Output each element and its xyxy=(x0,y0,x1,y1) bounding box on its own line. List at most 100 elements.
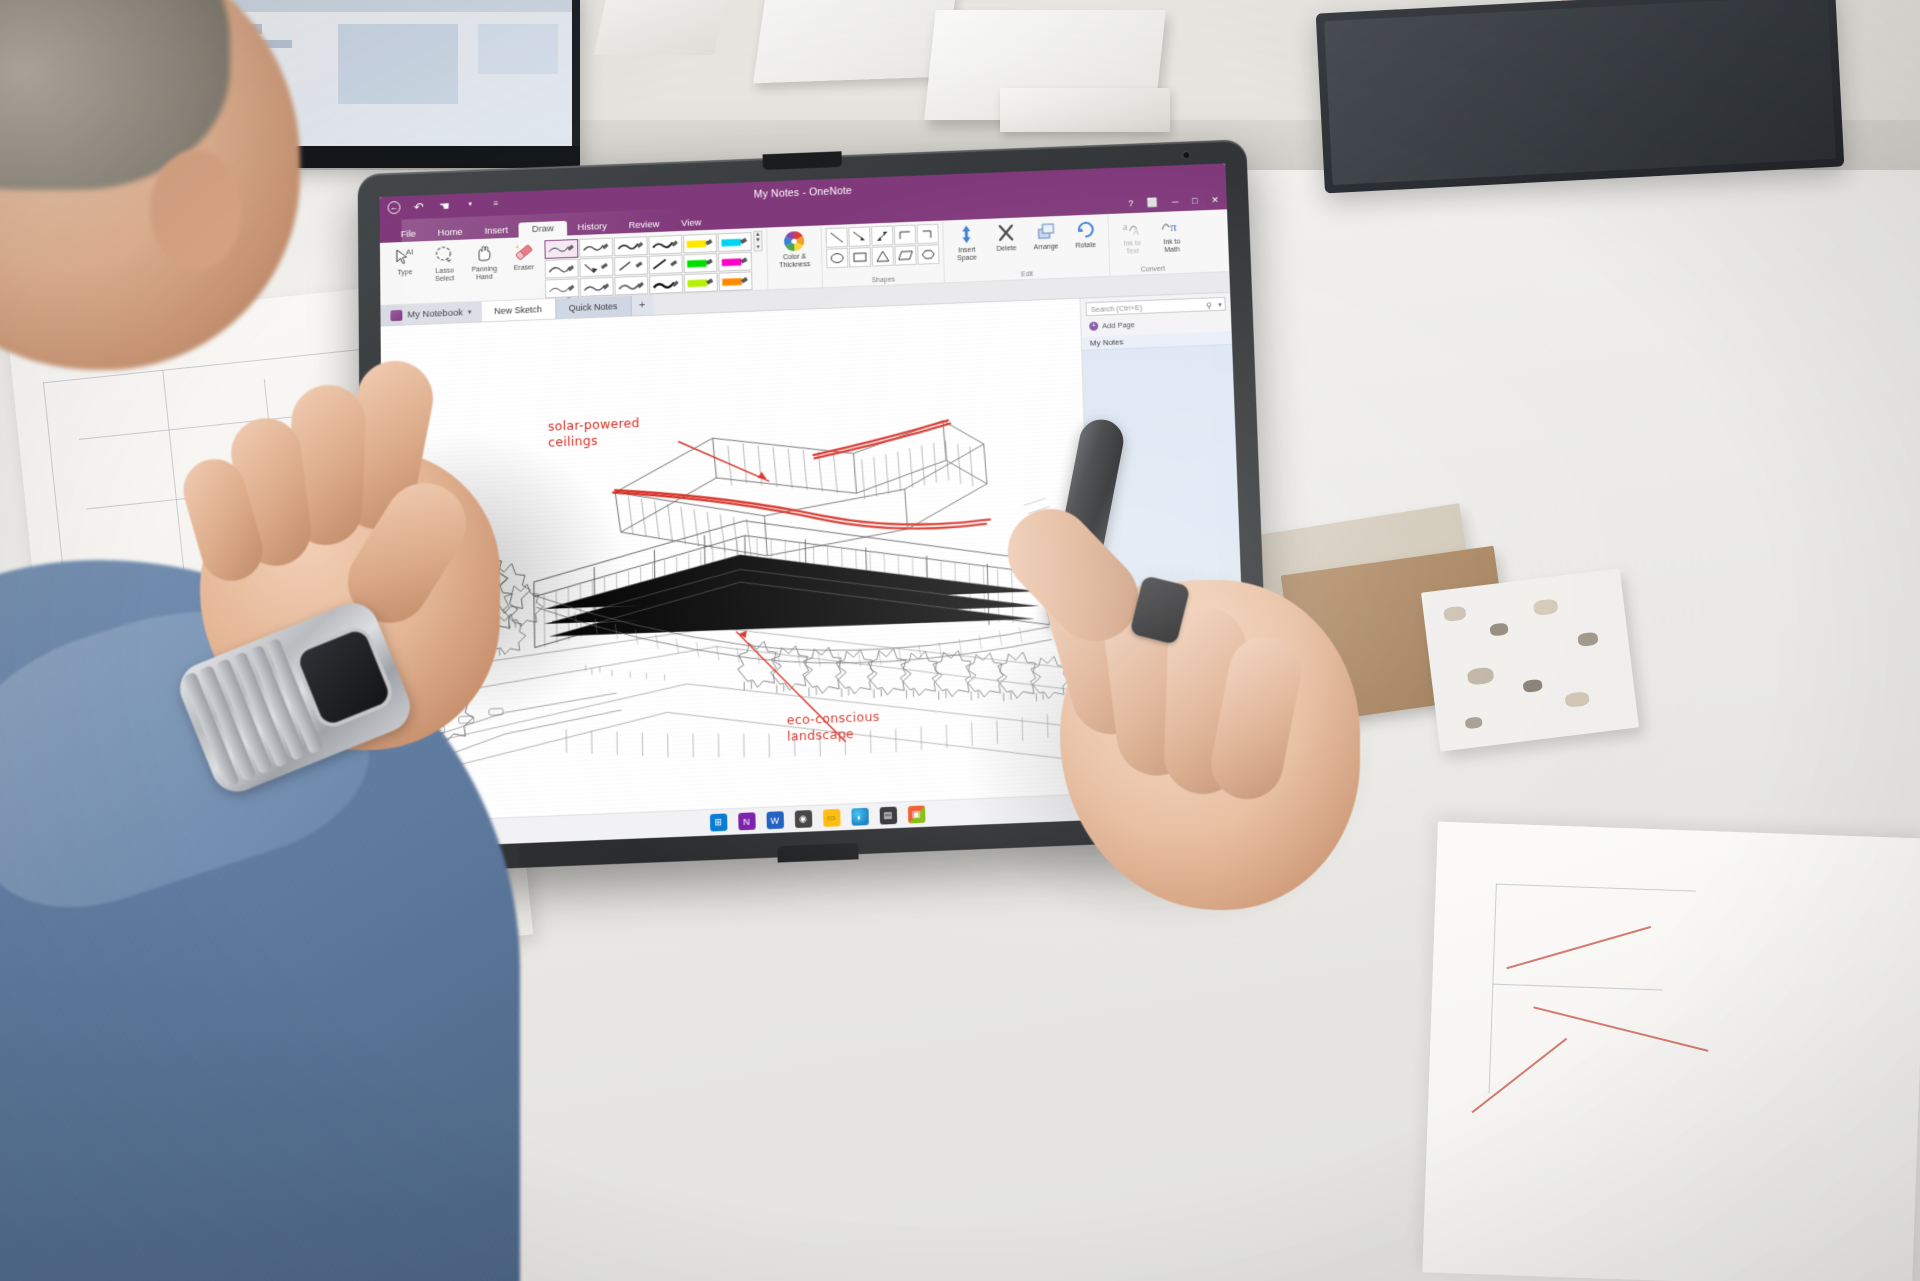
tool-type-button[interactable]: AI Type xyxy=(386,244,424,278)
pen-swatch-5[interactable] xyxy=(544,258,579,279)
shape-connector-2[interactable] xyxy=(916,223,939,245)
start-button[interactable]: ⊞ xyxy=(709,813,727,832)
insert-space-label: Insert Space xyxy=(957,246,978,263)
ribbon-group-shapes: Shapes xyxy=(821,221,945,288)
highlighter-swatch-extra-2[interactable] xyxy=(718,271,753,292)
window-controls[interactable]: ? ⬜ ─ □ ✕ xyxy=(1128,195,1219,209)
highlighter-swatch-green[interactable] xyxy=(683,253,718,274)
pen-swatch-2[interactable] xyxy=(579,237,614,258)
section-tab-quick-notes[interactable]: Quick Notes xyxy=(555,295,632,319)
search-icon[interactable]: ⚲ xyxy=(1206,301,1212,310)
foam-model-a xyxy=(753,0,957,84)
tool-panning-hand-button[interactable]: Panning Hand xyxy=(465,241,503,282)
onenote-taskbar-icon[interactable]: N xyxy=(737,812,756,831)
page-list-item-my-notes[interactable]: My Notes xyxy=(1081,331,1233,351)
chevron-down-icon[interactable]: ▾ xyxy=(1218,301,1222,309)
tablet-hinge-top xyxy=(762,151,842,170)
ink-to-math-icon: π xyxy=(1160,214,1183,238)
pen-swatch-12[interactable] xyxy=(649,274,684,295)
tablet-hinge-bottom xyxy=(777,842,859,863)
shapes-gallery[interactable] xyxy=(825,223,940,269)
svg-text:a: a xyxy=(1122,221,1127,233)
help-icon[interactable]: ? xyxy=(1128,198,1133,209)
add-page-label: Add Page xyxy=(1102,320,1136,331)
ribbon-display-options-icon[interactable]: ⬜ xyxy=(1147,197,1158,208)
pen-swatch-11[interactable] xyxy=(614,275,649,296)
pen-swatch-3[interactable] xyxy=(613,236,648,257)
shape-line[interactable] xyxy=(825,227,848,248)
pen-swatch-10[interactable] xyxy=(579,276,614,297)
pen-swatch-4[interactable] xyxy=(648,234,683,255)
svg-text:π: π xyxy=(1170,219,1177,234)
minimize-button[interactable]: ─ xyxy=(1172,197,1179,208)
pen-swatch-9[interactable] xyxy=(544,278,579,299)
ribbon-group-label-convert: Convert xyxy=(1140,265,1166,274)
add-section-button[interactable]: + xyxy=(631,294,654,316)
pen-gallery[interactable] xyxy=(544,231,753,299)
ribbon-group-color: Color & Thickness xyxy=(767,226,823,290)
section-tab-new-sketch[interactable]: New Sketch xyxy=(481,298,556,322)
pen-swatch-7[interactable] xyxy=(614,255,649,276)
shape-hexagon[interactable] xyxy=(917,244,940,265)
tool-lasso-select-label: Lasso Select xyxy=(435,267,455,283)
notebook-icon xyxy=(390,309,403,321)
notebook-selector[interactable]: My Notebook ▾ xyxy=(380,301,482,326)
insert-space-icon xyxy=(956,222,976,246)
delete-button[interactable]: Delete xyxy=(987,220,1026,254)
shape-rect[interactable] xyxy=(848,246,872,268)
shape-double-arrow[interactable] xyxy=(871,225,894,246)
highlighter-swatch-yellow[interactable] xyxy=(683,233,718,254)
highlighter-swatch-extra-1[interactable] xyxy=(683,272,718,293)
pen-swatch-1[interactable] xyxy=(544,238,579,259)
ribbon-group-edit: Insert Space Delete Arrange Rotate Edit xyxy=(943,214,1111,283)
ink-to-text-label: Ink to Text xyxy=(1123,240,1141,256)
edge-taskbar-icon[interactable]: ◐ xyxy=(850,807,869,826)
color-thickness-button[interactable]: Color & Thickness xyxy=(771,229,817,271)
svg-text:AI: AI xyxy=(406,247,414,256)
shape-triangle[interactable] xyxy=(871,246,894,267)
highlighter-swatch-cyan[interactable] xyxy=(717,232,752,253)
shape-arrow[interactable] xyxy=(848,226,871,247)
material-swatch-terrazzo xyxy=(1420,568,1640,752)
arrange-icon xyxy=(1035,219,1056,243)
close-button[interactable]: ✕ xyxy=(1211,195,1219,206)
pen-swatch-8[interactable] xyxy=(648,254,683,275)
foam-model-c xyxy=(1000,88,1170,132)
pen-gallery-scroll[interactable]: ▲ ▼ ▾ xyxy=(753,230,763,252)
add-page-button[interactable]: + Add Page xyxy=(1086,315,1226,333)
rotate-button[interactable]: Rotate xyxy=(1066,217,1105,251)
widgets-taskbar-icon[interactable]: ▣ xyxy=(907,805,925,824)
blueprint-paper-bottom-right xyxy=(1422,821,1920,1281)
notebook-name: My Notebook xyxy=(407,306,463,321)
arrange-button[interactable]: Arrange xyxy=(1026,219,1065,253)
annotation-eco-conscious-landscape[interactable]: eco-conscious landscape xyxy=(787,709,881,744)
tool-eraser-button[interactable]: Eraser xyxy=(505,239,543,273)
search-input[interactable]: Search (Ctrl+E) xyxy=(1091,303,1143,314)
tool-eraser-label: Eraser xyxy=(513,264,535,272)
shape-connector-1[interactable] xyxy=(893,224,917,246)
shape-oval[interactable] xyxy=(826,247,849,269)
pen-swatch-6[interactable] xyxy=(579,257,614,278)
tool-lasso-select-button[interactable]: Lasso Select xyxy=(426,243,464,284)
store-taskbar-icon[interactable]: ▤ xyxy=(879,806,897,825)
lasso-select-icon xyxy=(433,243,455,267)
file-explorer-taskbar-icon[interactable]: ▭ xyxy=(822,808,841,827)
tool-panning-hand-label: Panning Hand xyxy=(471,265,498,282)
camera-taskbar-icon[interactable]: ◉ xyxy=(794,810,812,829)
highlighter-swatch-magenta[interactable] xyxy=(718,251,753,272)
rotate-label: Rotate xyxy=(1075,241,1096,250)
delete-label: Delete xyxy=(996,245,1017,253)
ink-to-text-button[interactable]: a A Ink to Text xyxy=(1112,215,1151,256)
ink-to-text-icon: a A xyxy=(1120,216,1143,240)
word-taskbar-icon[interactable]: W xyxy=(765,811,784,830)
rotate-icon xyxy=(1075,217,1096,241)
tab-file[interactable]: File xyxy=(390,227,427,243)
insert-space-button[interactable]: Insert Space xyxy=(947,222,986,263)
color-thickness-label: Color & Thickness xyxy=(778,253,811,270)
chevron-down-icon[interactable]: ▾ xyxy=(468,308,472,316)
search-box[interactable]: Search (Ctrl+E) ⚲ ▾ xyxy=(1085,296,1226,317)
restore-button[interactable]: □ xyxy=(1192,196,1198,207)
ribbon-group-convert: a A Ink to Text π Ink to Math Convert xyxy=(1108,212,1195,276)
ink-to-math-button[interactable]: π Ink to Math xyxy=(1152,214,1191,255)
shape-parallelogram[interactable] xyxy=(894,245,917,266)
